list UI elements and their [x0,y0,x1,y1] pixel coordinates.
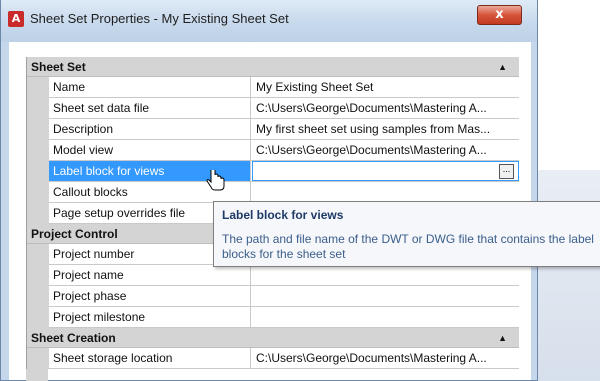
property-row-name[interactable]: Name My Existing Sheet Set [27,77,519,98]
property-name: Sheet set data file [49,98,251,118]
category-sheet-set[interactable]: Sheet Set ▲ [27,57,519,77]
property-value-input[interactable]: ... [252,161,519,181]
property-value[interactable]: My first sheet set using samples from Ma… [252,119,519,139]
row-indent [27,203,49,224]
row-indent [27,98,49,119]
property-name: Description [49,119,251,139]
tooltip-body: The path and file name of the DWT or DWG… [222,232,594,261]
row-indent [27,140,49,161]
row-indent [27,348,49,369]
row-indent [27,161,49,182]
category-label: Sheet Creation [31,331,116,345]
property-value[interactable]: My Existing Sheet Set [252,77,519,97]
property-name: Project milestone [49,307,251,327]
property-value[interactable] [252,307,519,327]
property-name: Sheet storage location [49,348,251,368]
property-value[interactable]: C:\Users\George\Documents\Mastering A... [252,98,519,118]
title-bar[interactable]: A Sheet Set Properties - My Existing She… [1,0,537,42]
category-label: Project Control [31,227,118,241]
property-value[interactable] [252,182,519,202]
property-value[interactable] [252,265,519,285]
property-name: Project name [49,265,251,285]
property-name: Model view [49,140,251,160]
property-value[interactable]: C:\Users\George\Documents\Mastering A... [252,348,519,368]
property-row-project-phase[interactable]: Project phase [27,286,519,307]
property-row-description[interactable]: Description My first sheet set using sam… [27,119,519,140]
property-value[interactable] [252,286,519,306]
category-sheet-creation[interactable]: Sheet Creation ▲ [27,328,519,348]
row-indent [27,244,49,265]
category-label: Sheet Set [31,60,86,74]
tooltip-title: Label block for views [222,208,344,222]
window-title: Sheet Set Properties - My Existing Sheet… [30,11,289,26]
property-row-callout-blocks[interactable]: Callout blocks [27,182,519,203]
property-tooltip: Label block for views The path and file … [213,201,600,267]
close-button[interactable]: x [477,5,522,25]
property-row-model-view[interactable]: Model view C:\Users\George\Documents\Mas… [27,140,519,161]
row-indent [27,119,49,140]
property-row-label-block-for-views[interactable]: Label block for views ... [27,161,519,182]
property-name: Project phase [49,286,251,306]
property-name: Name [49,77,251,97]
property-row-project-name[interactable]: Project name [27,265,519,286]
row-indent [27,77,49,98]
row-indent [27,182,49,203]
collapse-arrow-icon[interactable]: ▲ [498,328,507,348]
collapse-arrow-icon[interactable]: ▲ [498,57,507,77]
row-indent [27,307,49,328]
property-value[interactable]: C:\Users\George\Documents\Mastering A... [252,140,519,160]
row-indent [27,265,49,286]
property-row-sheet-storage-location[interactable]: Sheet storage location C:\Users\George\D… [27,348,519,369]
hand-cursor-icon [206,170,225,191]
property-row-sheet-set-data-file[interactable]: Sheet set data file C:\Users\George\Docu… [27,98,519,119]
row-indent [27,286,49,307]
property-row-project-milestone[interactable]: Project milestone [27,307,519,328]
autocad-app-icon: A [8,11,24,27]
browse-ellipsis-button[interactable]: ... [499,164,514,179]
